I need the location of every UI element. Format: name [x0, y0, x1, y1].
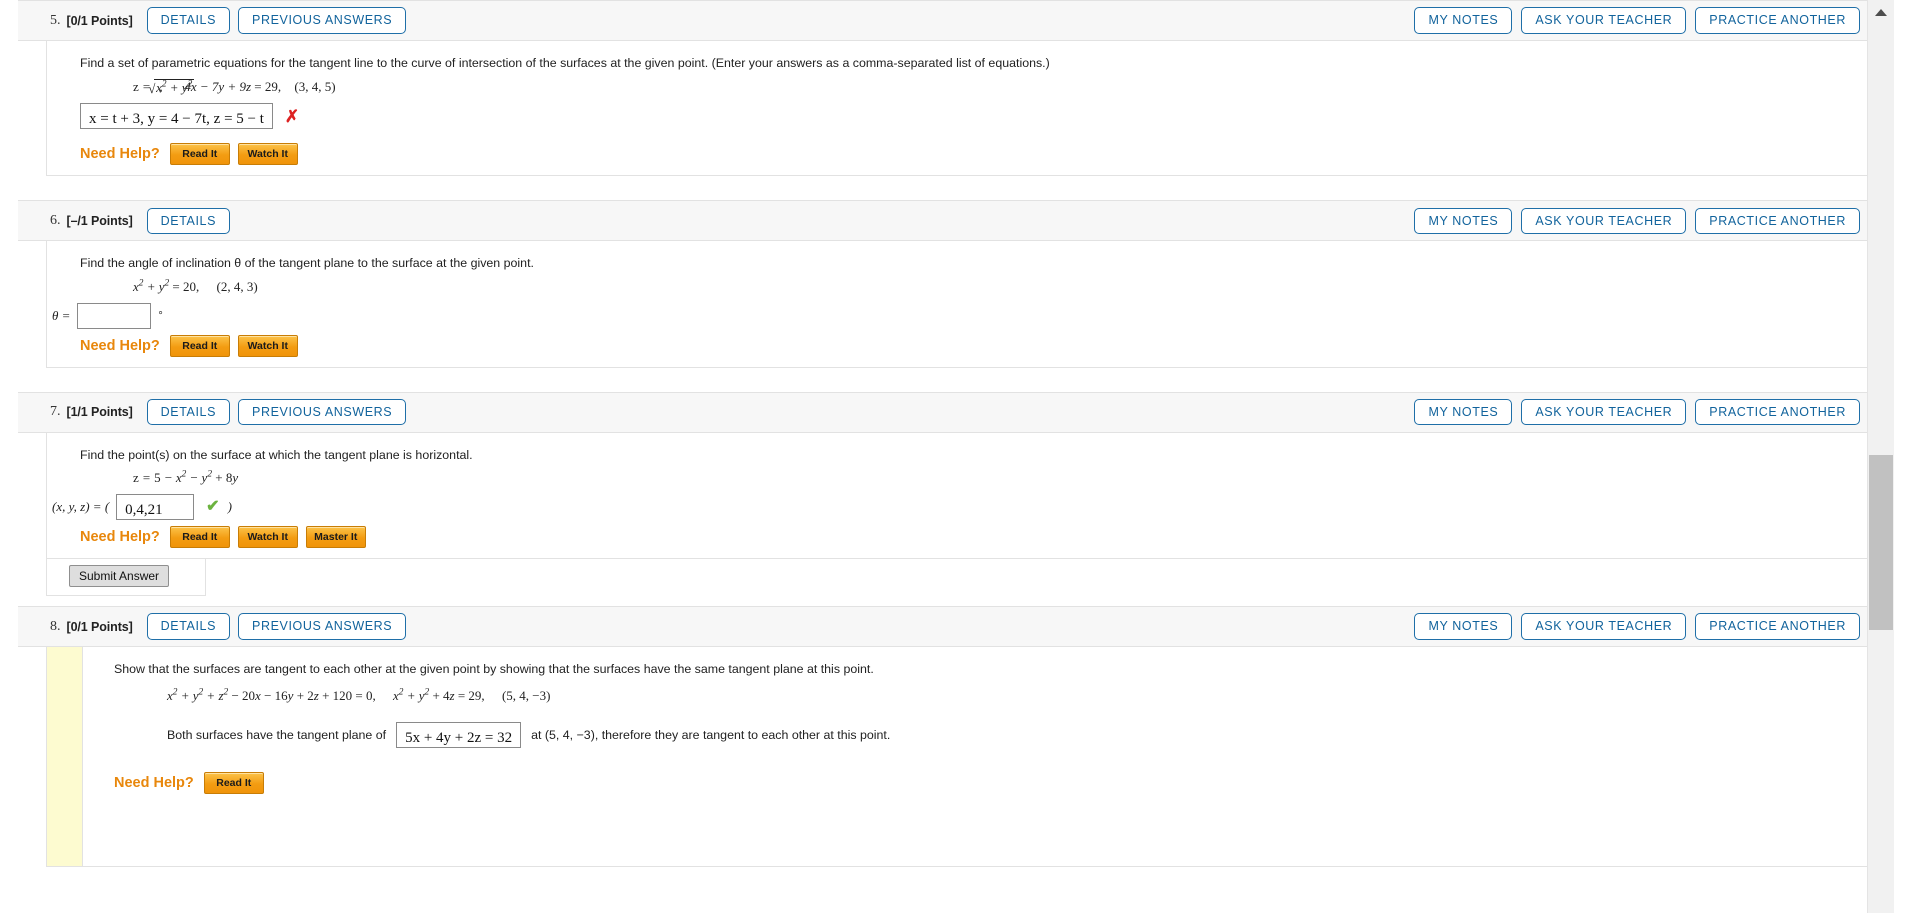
answer-row-6: θ = ° — [52, 302, 1875, 329]
ask-your-teacher-button[interactable]: ASK YOUR TEACHER — [1521, 207, 1687, 235]
section-gap — [0, 367, 1894, 392]
scrollbar-thumb[interactable] — [1869, 455, 1893, 630]
details-button[interactable]: DETAILS — [146, 613, 231, 640]
question-points: [0/1 Points] — [66, 13, 133, 28]
question-header-5: 5. [0/1 Points] DETAILS PREVIOUS ANSWERS… — [18, 0, 1876, 41]
master-it-button[interactable]: Master It — [305, 526, 366, 549]
previous-answers-button[interactable]: PREVIOUS ANSWERS — [238, 398, 407, 426]
degree-unit: ° — [158, 309, 163, 322]
question-equation: x2 + y2 + z2 − 20x − 16y + 2z + 120 = 0,… — [167, 688, 551, 704]
need-help-row-8: Need Help? Read It — [114, 772, 1875, 795]
need-help-row-5: Need Help? Read It Watch It — [80, 143, 1875, 166]
my-notes-button[interactable]: MY NOTES — [1414, 207, 1513, 235]
header-right-buttons: MY NOTES ASK YOUR TEACHER PRACTICE ANOTH… — [1414, 613, 1868, 640]
answer-input-7[interactable]: 0,4,21 — [116, 494, 195, 521]
question-block-6: 6. [–/1 Points] DETAILS MY NOTES ASK YOU… — [18, 200, 1876, 368]
header-right-buttons: MY NOTES ASK YOUR TEACHER PRACTICE ANOTH… — [1414, 398, 1868, 426]
question-number: 8. — [50, 618, 61, 634]
closing-paren: ) — [227, 499, 232, 515]
question-prompt: Find a set of parametric equations for t… — [80, 56, 1050, 70]
header-right-buttons: MY NOTES ASK YOUR TEACHER PRACTICE ANOTH… — [1414, 7, 1868, 34]
my-notes-button[interactable]: MY NOTES — [1414, 613, 1513, 640]
ask-your-teacher-button[interactable]: ASK YOUR TEACHER — [1521, 398, 1687, 426]
question-content-5: Find a set of parametric equations for t… — [47, 41, 1875, 175]
submit-answer-wrapper: Submit Answer — [46, 559, 206, 597]
need-help-row-6: Need Help? Read It Watch It — [80, 334, 1875, 357]
question-header-8: 8. [0/1 Points] DETAILS PREVIOUS ANSWERS… — [18, 606, 1876, 648]
read-it-button[interactable]: Read It — [169, 143, 230, 166]
question-block-8: 8. [0/1 Points] DETAILS PREVIOUS ANSWERS… — [18, 606, 1876, 868]
watch-it-button[interactable]: Watch It — [237, 526, 298, 549]
read-it-button[interactable]: Read It — [169, 334, 230, 357]
question-points: [0/1 Points] — [66, 619, 133, 634]
need-help-label: Need Help? — [80, 146, 160, 163]
question-header-6: 6. [–/1 Points] DETAILS MY NOTES ASK YOU… — [18, 200, 1876, 242]
question-points: [1/1 Points] — [66, 405, 133, 420]
practice-another-button[interactable]: PRACTICE ANOTHER — [1695, 7, 1860, 34]
vertical-scrollbar[interactable] — [1867, 0, 1894, 913]
my-notes-button[interactable]: MY NOTES — [1414, 7, 1513, 34]
question-equation: x2 + y2 = 20, (2, 4, 3) — [133, 278, 258, 294]
my-notes-button[interactable]: MY NOTES — [1414, 398, 1513, 426]
question-body-8: Show that the surfaces are tangent to ea… — [46, 647, 1876, 868]
previous-answers-button[interactable]: PREVIOUS ANSWERS — [238, 613, 407, 640]
question-prompt: Find the point(s) on the surface at whic… — [80, 447, 473, 462]
question-body-5: Find a set of parametric equations for t… — [46, 41, 1876, 177]
scroll-up-arrow-icon[interactable] — [1868, 4, 1894, 20]
read-it-button[interactable]: Read It — [169, 526, 230, 549]
submit-answer-button[interactable]: Submit Answer — [69, 565, 170, 588]
question-header-7: 7. [1/1 Points] DETAILS PREVIOUS ANSWERS… — [18, 391, 1876, 433]
incorrect-mark-icon: ✗ — [284, 106, 300, 126]
details-button[interactable]: DETAILS — [146, 7, 231, 34]
correct-mark-icon: ✔ — [206, 498, 220, 516]
ask-your-teacher-button[interactable]: ASK YOUR TEACHER — [1521, 7, 1687, 34]
assignment-page: 5. [0/1 Points] DETAILS PREVIOUS ANSWERS… — [0, 0, 1894, 913]
watch-it-button[interactable]: Watch It — [237, 334, 298, 357]
previous-answers-button[interactable]: PREVIOUS ANSWERS — [238, 7, 407, 34]
answer-row-5: x = t + 3, y = 4 − 7t, z = 5 − t ✗ — [80, 103, 1875, 130]
sentence-after: at (5, 4, −3), therefore they are tangen… — [531, 727, 891, 742]
details-button[interactable]: DETAILS — [146, 398, 231, 426]
section-gap — [0, 176, 1894, 201]
sentence-before: Both surfaces have the tangent plane of — [167, 727, 387, 742]
question-block-7: 7. [1/1 Points] DETAILS PREVIOUS ANSWERS… — [18, 391, 1876, 597]
question-body-7: Find the point(s) on the surface at whic… — [46, 432, 1876, 560]
question-content-6: Find the angle of inclination θ of the t… — [47, 241, 1875, 366]
header-right-buttons: MY NOTES ASK YOUR TEACHER PRACTICE ANOTH… — [1414, 207, 1868, 235]
question-content-7: Find the point(s) on the surface at whic… — [47, 433, 1875, 558]
question-body-6: Find the angle of inclination θ of the t… — [46, 241, 1876, 368]
details-button[interactable]: DETAILS — [146, 207, 231, 235]
answer-input-5[interactable]: x = t + 3, y = 4 − 7t, z = 5 − t — [80, 103, 273, 130]
practice-another-button[interactable]: PRACTICE ANOTHER — [1695, 613, 1860, 640]
question-points: [–/1 Points] — [66, 213, 133, 228]
answer-row-7: (x, y, z) = ( 0,4,21 ✔ ) — [52, 494, 1875, 521]
read-it-button[interactable]: Read It — [203, 772, 264, 795]
need-help-label: Need Help? — [80, 529, 160, 546]
practice-another-button[interactable]: PRACTICE ANOTHER — [1695, 398, 1860, 426]
theta-label: θ = — [52, 307, 71, 323]
answer-input-6[interactable] — [77, 302, 152, 329]
need-help-row-7: Need Help? Read It Watch It Master It — [80, 526, 1875, 549]
attention-stripe — [46, 647, 83, 867]
coordinate-label: (x, y, z) = ( — [52, 499, 110, 515]
practice-another-button[interactable]: PRACTICE ANOTHER — [1695, 207, 1860, 235]
need-help-label: Need Help? — [80, 337, 160, 354]
need-help-label: Need Help? — [114, 775, 194, 792]
question-number: 7. — [50, 404, 61, 420]
question-prompt: Find the angle of inclination θ of the t… — [80, 256, 534, 271]
question-prompt: Show that the surfaces are tangent to ea… — [114, 662, 874, 677]
question-block-5: 5. [0/1 Points] DETAILS PREVIOUS ANSWERS… — [18, 0, 1876, 177]
question-equation: z = x2 + y2√, 4x − 7y + 9z = 29, (3, 4, … — [133, 79, 336, 97]
answer-row-8: Both surfaces have the tangent plane of … — [167, 722, 1875, 749]
ask-your-teacher-button[interactable]: ASK YOUR TEACHER — [1521, 613, 1687, 640]
question-number: 5. — [50, 12, 61, 28]
question-number: 6. — [50, 212, 61, 228]
answer-input-8[interactable]: 5x + 4y + 2z = 32 — [396, 722, 522, 749]
question-content-8: Show that the surfaces are tangent to ea… — [46, 647, 1875, 804]
question-equation: z = 5 − x2 − y2 + 8y — [133, 469, 239, 486]
watch-it-button[interactable]: Watch It — [237, 143, 298, 166]
